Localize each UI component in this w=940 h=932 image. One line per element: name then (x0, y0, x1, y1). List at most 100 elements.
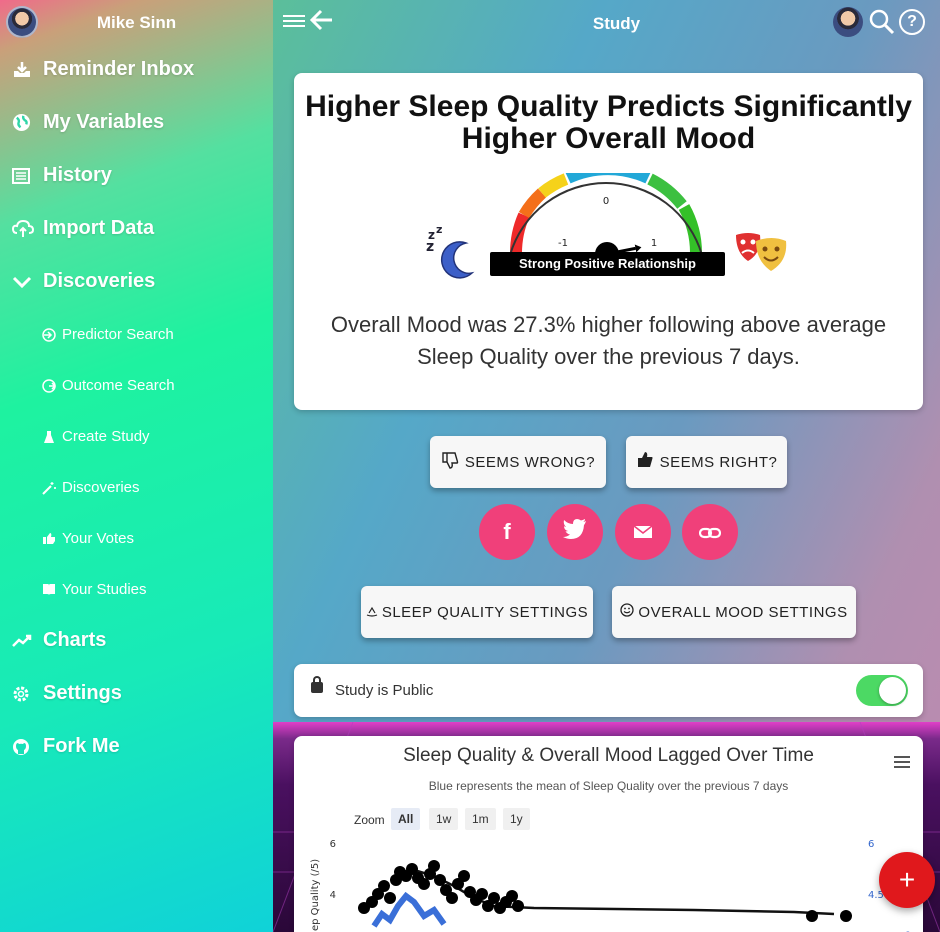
sidebar-item-label: Charts (43, 629, 107, 651)
sidebar-subitem-predictor-search[interactable]: Predictor Search (38, 326, 174, 343)
globe-icon (12, 112, 38, 134)
gauge-tick-positive: 1 (651, 238, 657, 249)
sidebar-item-fork-me[interactable]: Fork Me (12, 735, 120, 758)
add-fab-button[interactable]: + (879, 852, 935, 908)
sidebar-item-reminder-inbox[interactable]: Reminder Inbox (12, 58, 194, 81)
study-public-toggle[interactable] (856, 675, 908, 706)
gauge-tick-negative: -1 (558, 238, 568, 249)
data-point (488, 892, 500, 904)
sidebar-item-settings[interactable]: Settings (12, 682, 122, 705)
sidebar-item-my-variables[interactable]: My Variables (12, 111, 164, 134)
sidebar: Mike Sinn Reminder Inbox My Variables Hi… (0, 0, 273, 932)
sidebar-subitem-outcome-search[interactable]: Outcome Search (38, 377, 175, 394)
search-icon[interactable] (869, 9, 895, 40)
study-description: Overall Mood was 27.3% higher following … (330, 312, 887, 369)
sidebar-item-import-data[interactable]: Import Data (12, 217, 154, 240)
study-title: Higher Sleep Quality Predicts Significan… (305, 90, 912, 155)
copy-link-button[interactable] (682, 504, 738, 560)
sleep-moon-icon: z z z (426, 223, 482, 292)
thumbs-down-icon (441, 451, 459, 474)
data-point (434, 874, 446, 886)
sidebar-item-label: My Variables (43, 111, 165, 133)
list-icon (12, 165, 38, 187)
sidebar-subitem-label: Outcome Search (62, 377, 175, 394)
overall-mood-settings-label: OVERALL MOOD SETTINGS (638, 603, 848, 621)
seems-wrong-button[interactable]: SEEMS WRONG? (430, 436, 606, 488)
thumbs-up-icon (38, 532, 60, 545)
sleep-icon (366, 605, 378, 620)
sleep-quality-settings-button[interactable]: SLEEP QUALITY SETTINGS (361, 586, 593, 638)
chart-title: Sleep Quality & Overall Mood Lagged Over… (403, 745, 814, 766)
overall-mood-settings-button[interactable]: OVERALL MOOD SETTINGS (612, 586, 856, 638)
email-icon (633, 519, 653, 545)
help-icon[interactable]: ? (899, 9, 925, 35)
lock-icon (311, 676, 323, 693)
chevron-down-icon (12, 271, 38, 293)
link-icon (698, 519, 722, 545)
user-name: Mike Sinn (96, 13, 177, 32)
twitter-icon (563, 519, 587, 545)
data-point (418, 878, 430, 890)
lagged-chart-card: Sleep Quality & Overall Mood Lagged Over… (294, 736, 923, 932)
data-point (378, 880, 390, 892)
y-left-tick: 6 (330, 839, 336, 850)
theater-masks-icon (734, 229, 790, 287)
data-point (476, 888, 488, 900)
twitter-share-button[interactable] (547, 504, 603, 560)
sidebar-subitem-label: Discoveries (62, 479, 140, 496)
github-icon (12, 736, 38, 758)
study-card: Higher Sleep Quality Predicts Significan… (294, 73, 923, 410)
sidebar-item-discoveries[interactable]: Discoveries (12, 270, 155, 293)
sidebar-subitem-label: Your Votes (62, 530, 135, 547)
chart-subtitle: Blue represents the mean of Sleep Qualit… (428, 779, 789, 793)
sidebar-item-label: Settings (43, 682, 122, 704)
zoom-all-button[interactable]: All (391, 808, 421, 830)
sidebar-subitem-your-studies[interactable]: Your Studies (38, 581, 147, 598)
email-share-button[interactable] (615, 504, 671, 560)
sidebar-subitem-your-votes[interactable]: Your Votes (38, 530, 134, 547)
book-icon (38, 583, 60, 596)
study-public-label: Study is Public (335, 682, 434, 699)
data-point (428, 860, 440, 872)
sidebar-item-label: Discoveries (43, 270, 156, 292)
zoom-1w-button[interactable]: 1w (429, 808, 459, 830)
y-right-tick: 6 (868, 839, 874, 850)
study-public-toggle-card: Study is Public (294, 664, 923, 717)
user-avatar[interactable] (833, 7, 863, 37)
smiley-icon (620, 602, 635, 622)
gear-icon (12, 683, 38, 705)
predictor-icon (38, 327, 60, 342)
thumbs-up-icon (636, 451, 654, 474)
trend-line-icon (12, 630, 38, 652)
magic-wand-icon (38, 481, 60, 495)
y-left-tick: 4 (330, 890, 336, 901)
sidebar-subitem-discoveries[interactable]: Discoveries (38, 479, 140, 496)
sidebar-subitem-create-study[interactable]: Create Study (38, 428, 150, 445)
y-left-axis-label: ep Quality (/5) (310, 859, 321, 931)
sidebar-header: Mike Sinn (0, 0, 273, 44)
sidebar-item-charts[interactable]: Charts (12, 629, 106, 652)
data-point (384, 892, 396, 904)
zoom-1m-button[interactable]: 1m (465, 808, 496, 830)
toggle-knob (879, 677, 906, 704)
sleep-quality-mean-line (371, 891, 447, 928)
sidebar-item-label: Fork Me (43, 735, 120, 757)
cloud-upload-icon (12, 218, 38, 240)
sidebar-subitem-label: Predictor Search (62, 326, 174, 343)
zoom-1y-button[interactable]: 1y (503, 808, 530, 830)
facebook-share-button[interactable]: f (479, 504, 535, 560)
inbox-download-icon (12, 59, 38, 81)
sidebar-item-history[interactable]: History (12, 164, 112, 187)
sidebar-subitem-label: Create Study (62, 428, 150, 445)
data-point (512, 900, 524, 912)
svg-text:z: z (436, 225, 442, 236)
facebook-icon: f (503, 519, 511, 544)
main-content: Study ? Higher Sleep Quality Predicts Si… (273, 0, 940, 932)
top-bar: Study ? (273, 0, 940, 46)
chart-series (358, 860, 852, 928)
sidebar-subitem-label: Your Studies (62, 581, 147, 598)
zoom-label: Zoom (354, 813, 385, 827)
seems-right-button[interactable]: SEEMS RIGHT? (626, 436, 787, 488)
chart-menu-icon[interactable] (894, 753, 910, 771)
relationship-label: Strong Positive Relationship (490, 252, 725, 276)
